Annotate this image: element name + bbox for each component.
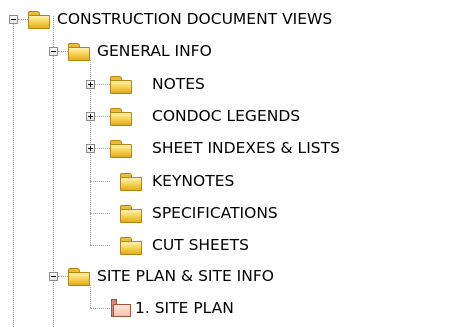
collapse-toggle-icon[interactable]: [49, 47, 58, 56]
expand-toggle-icon[interactable]: [86, 80, 95, 89]
tree-item-specifications[interactable]: SPECIFICATIONS: [152, 204, 278, 222]
folder-icon: [120, 205, 142, 223]
folder-icon: [110, 76, 132, 94]
collapse-toggle-icon[interactable]: [9, 15, 18, 24]
tree-item-1-site-plan[interactable]: 1. SITE PLAN: [135, 299, 234, 317]
tree-item-sheet-indexes-lists[interactable]: SHEET INDEXES & LISTS: [152, 139, 340, 157]
tree-item-cut-sheets[interactable]: CUT SHEETS: [152, 236, 249, 254]
tree-line: [90, 181, 110, 182]
tree-line: [95, 148, 110, 149]
tree-item-site-plan-site-info[interactable]: SITE PLAN & SITE INFO: [97, 267, 274, 285]
tree-item-general-info[interactable]: GENERAL INFO: [97, 42, 212, 60]
tree-line-root: [13, 24, 14, 327]
tree-view: CONSTRUCTION DOCUMENT VIEWS GENERAL INFO…: [0, 0, 458, 327]
collapse-toggle-icon[interactable]: [49, 272, 58, 281]
tree-line: [95, 84, 110, 85]
folder-icon: [28, 11, 50, 29]
tree-line: [90, 245, 110, 246]
folder-icon: [110, 140, 132, 158]
expand-toggle-icon[interactable]: [86, 112, 95, 121]
tree-line: [58, 51, 68, 52]
tree-line: [95, 116, 110, 117]
folder-icon: [68, 268, 90, 286]
sheet-view-icon: [110, 299, 132, 317]
tree-line: [18, 19, 28, 20]
folder-icon: [110, 108, 132, 126]
folder-icon: [68, 43, 90, 61]
tree-item-notes[interactable]: NOTES: [152, 75, 205, 93]
tree-line: [90, 308, 110, 309]
folder-icon: [120, 237, 142, 255]
tree-item-construction-document-views[interactable]: CONSTRUCTION DOCUMENT VIEWS: [57, 10, 332, 28]
tree-line: [90, 213, 110, 214]
tree-line: [58, 276, 68, 277]
tree-line-site-plan: [90, 285, 91, 308]
tree-item-condoc-legends[interactable]: CONDOC LEGENDS: [152, 107, 300, 125]
folder-icon: [120, 173, 142, 191]
expand-toggle-icon[interactable]: [86, 144, 95, 153]
tree-item-keynotes[interactable]: KEYNOTES: [152, 172, 234, 190]
